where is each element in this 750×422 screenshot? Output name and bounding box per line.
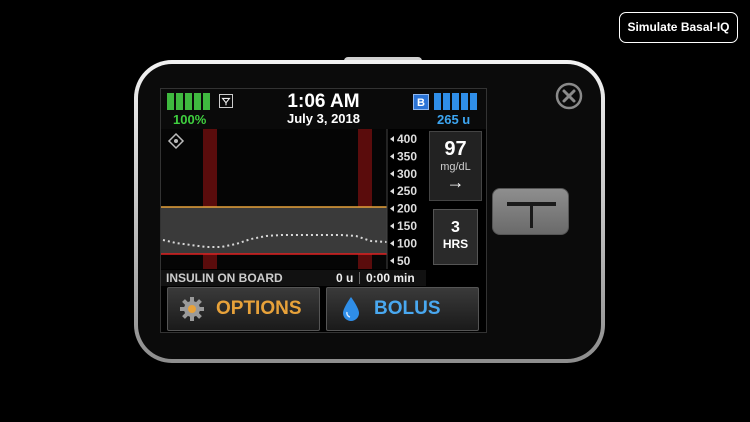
iob-label: INSULIN ON BOARD	[166, 271, 283, 285]
t-button-icon	[507, 202, 556, 228]
y-tick-marker	[390, 223, 394, 229]
pump-screen: 100% 1:06 AM July 3, 2018 B 265 u 400 350…	[160, 88, 487, 333]
y-tick-label: 400	[397, 132, 417, 146]
signal-icon	[219, 94, 233, 108]
battery-percent: 100%	[173, 112, 207, 127]
y-axis-ticks: 400 350 300 250 200 150 100 50	[390, 132, 417, 268]
bg-value: 97	[444, 138, 467, 160]
battery-indicator	[167, 93, 210, 110]
bg-reading: 97 mg/dL →	[429, 131, 482, 201]
insulin-units: 265 u	[437, 112, 471, 127]
y-tick-marker	[390, 188, 394, 195]
cgm-panel: 97 mg/dL → 3 HRS	[427, 129, 486, 269]
simulate-basal-iq-button[interactable]: Simulate Basal-IQ	[619, 12, 738, 43]
iob-units: 0 u	[336, 271, 354, 285]
y-tick-marker	[390, 257, 394, 264]
cgm-graph: 400 350 300 250 200 150 100 50	[161, 129, 417, 269]
bolus-label: BOLUS	[374, 298, 441, 319]
target-range	[161, 207, 387, 254]
iob-divider	[359, 272, 360, 284]
status-bar: 100% 1:06 AM July 3, 2018 B 265 u	[161, 89, 486, 129]
y-tick-marker	[390, 170, 394, 177]
options-button[interactable]: OPTIONS	[167, 287, 320, 331]
hours-label: HRS	[442, 237, 469, 251]
y-tick-label: 300	[397, 167, 417, 181]
bolus-button[interactable]: BOLUS	[326, 287, 479, 331]
y-tick-label: 200	[397, 202, 417, 216]
close-icon[interactable]	[555, 82, 583, 110]
insulin-on-board-bar: INSULIN ON BOARD 0 u 0:00 min	[161, 270, 426, 286]
y-tick-marker	[390, 205, 394, 212]
bolus-status-badge: B	[413, 94, 429, 110]
iob-time: 0:00 min	[366, 271, 415, 285]
clock-date: July 3, 2018	[287, 111, 360, 126]
clock-time: 1:06 AM	[287, 91, 360, 112]
y-tick-label: 100	[397, 236, 417, 250]
y-tick-marker	[390, 153, 394, 160]
hours-value: 3	[451, 219, 460, 236]
y-tick-label: 250	[397, 184, 417, 198]
t-button[interactable]	[492, 188, 569, 235]
y-tick-label: 150	[397, 219, 417, 233]
y-tick-marker	[390, 136, 394, 142]
trend-arrow-icon: →	[446, 172, 465, 192]
y-tick-marker	[390, 240, 394, 247]
drop-icon	[343, 297, 359, 321]
time-range-button[interactable]: 3 HRS	[433, 209, 478, 265]
insulin-reservoir-indicator	[434, 93, 477, 110]
y-tick-label: 50	[397, 254, 411, 268]
options-label: OPTIONS	[216, 298, 302, 319]
y-tick-label: 350	[397, 149, 417, 163]
gear-icon	[180, 297, 204, 321]
